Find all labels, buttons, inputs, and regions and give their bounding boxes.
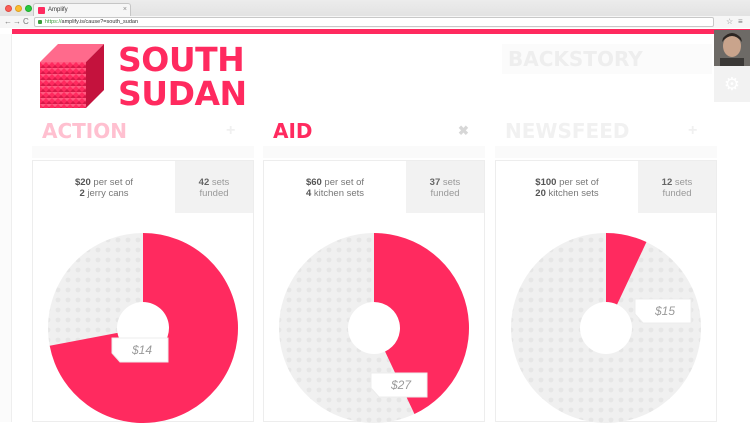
- browser-menu-icon[interactable]: ≡: [738, 16, 743, 27]
- settings-gear-icon[interactable]: ⚙: [714, 66, 750, 102]
- amount-tooltip: $15: [634, 298, 692, 324]
- tooltip-amount: $14: [131, 343, 152, 357]
- funded-count: 42: [198, 177, 210, 188]
- funded-label: funded: [199, 188, 229, 199]
- left-rail: [0, 34, 12, 422]
- price-info: $100 per set of 20 kitchen sets: [496, 161, 638, 213]
- lock-icon: [38, 20, 42, 24]
- browser-toolbar: ← → C https://amplify.is/cause?=south_su…: [0, 16, 750, 28]
- card-header: $100 per set of 20 kitchen sets 12 sets …: [496, 161, 716, 213]
- price-info: $60 per set of 4 kitchen sets: [264, 161, 406, 213]
- funded-word: sets: [440, 177, 461, 188]
- url-host: amplify.is: [61, 19, 85, 25]
- donut-progress[interactable]: $27: [264, 215, 484, 423]
- funded-word: sets: [672, 177, 693, 188]
- funded-label: funded: [662, 188, 692, 199]
- funded-info: 12 sets funded: [638, 161, 716, 213]
- aid-close-icon[interactable]: ✖: [458, 121, 469, 141]
- section-title-newsfeed[interactable]: NEWSFEED: [505, 118, 629, 144]
- browser-chrome: Amplify × ← → C https://amplify.is/cause…: [0, 0, 750, 28]
- amplify-favicon-icon: [38, 7, 45, 14]
- back-arrow-icon[interactable]: ←: [4, 16, 12, 27]
- funded-count: 12: [661, 177, 673, 188]
- tooltip-amount: $27: [390, 378, 412, 392]
- donut-progress[interactable]: $15: [496, 215, 716, 423]
- url-path: /cause?=south_sudan: [84, 19, 139, 25]
- newsfeed-add-icon[interactable]: +: [688, 121, 697, 141]
- price-amount: $20: [74, 177, 91, 188]
- tooltip-amount: $15: [654, 304, 675, 318]
- cube-logo-icon: [40, 44, 104, 108]
- user-avatar[interactable]: [714, 30, 750, 66]
- funded-count: 37: [429, 177, 441, 188]
- donut-progress[interactable]: $14: [33, 215, 253, 423]
- address-bar[interactable]: https://amplify.is/cause?=south_sudan: [34, 17, 714, 27]
- funded-label: funded: [430, 188, 460, 199]
- avatar-photo-icon: [714, 30, 750, 66]
- price-qty: 20: [535, 188, 546, 199]
- amount-tooltip: $14: [111, 337, 169, 363]
- card-header: $60 per set of 4 kitchen sets 37 sets fu…: [264, 161, 484, 213]
- section-title-action[interactable]: ACTION: [42, 118, 127, 144]
- amount-tooltip: $27: [370, 372, 428, 398]
- tab-title: Amplify: [48, 7, 68, 13]
- price-per: per set of: [556, 177, 599, 188]
- funded-info: 37 sets funded: [406, 161, 484, 213]
- price-per: per set of: [321, 177, 365, 188]
- background-tile: [32, 146, 254, 158]
- price-amount: $60: [305, 177, 322, 188]
- reload-icon[interactable]: C: [23, 16, 29, 27]
- aid-card[interactable]: $20 per set of 2 jerry cans 42 sets fund…: [32, 160, 254, 423]
- close-window-button[interactable]: [5, 5, 12, 12]
- browser-tab[interactable]: Amplify ×: [33, 3, 131, 16]
- maximize-window-button[interactable]: [25, 5, 32, 12]
- section-title-aid[interactable]: AID: [273, 118, 313, 144]
- price-item: kitchen sets: [311, 188, 365, 199]
- bookmark-star-icon[interactable]: ☆: [726, 16, 733, 27]
- forward-arrow-icon[interactable]: →: [13, 16, 21, 27]
- backstory-header[interactable]: BACKSTORY: [502, 44, 712, 74]
- top-accent-bar: [12, 29, 750, 34]
- page-title: SOUTH SUDAN: [118, 43, 247, 111]
- price-amount: $100: [535, 177, 557, 188]
- page-title-line2: SUDAN: [118, 74, 247, 113]
- aid-card[interactable]: $60 per set of 4 kitchen sets 37 sets fu…: [263, 160, 485, 423]
- price-item: kitchen sets: [545, 188, 599, 199]
- aid-card[interactable]: $100 per set of 20 kitchen sets 12 sets …: [495, 160, 717, 423]
- price-info: $20 per set of 2 jerry cans: [33, 161, 175, 213]
- action-add-icon[interactable]: +: [226, 121, 235, 141]
- background-tile: [263, 146, 485, 158]
- page-title-line1: SOUTH: [118, 40, 245, 79]
- funded-word: sets: [209, 177, 230, 188]
- minimize-window-button[interactable]: [15, 5, 22, 12]
- price-per: per set of: [90, 177, 134, 188]
- url-scheme: https://: [45, 19, 62, 25]
- funded-info: 42 sets funded: [175, 161, 253, 213]
- tab-close-icon[interactable]: ×: [123, 4, 127, 16]
- price-item: jerry cans: [84, 188, 129, 199]
- background-tile: [495, 146, 717, 158]
- card-header: $20 per set of 2 jerry cans 42 sets fund…: [33, 161, 253, 213]
